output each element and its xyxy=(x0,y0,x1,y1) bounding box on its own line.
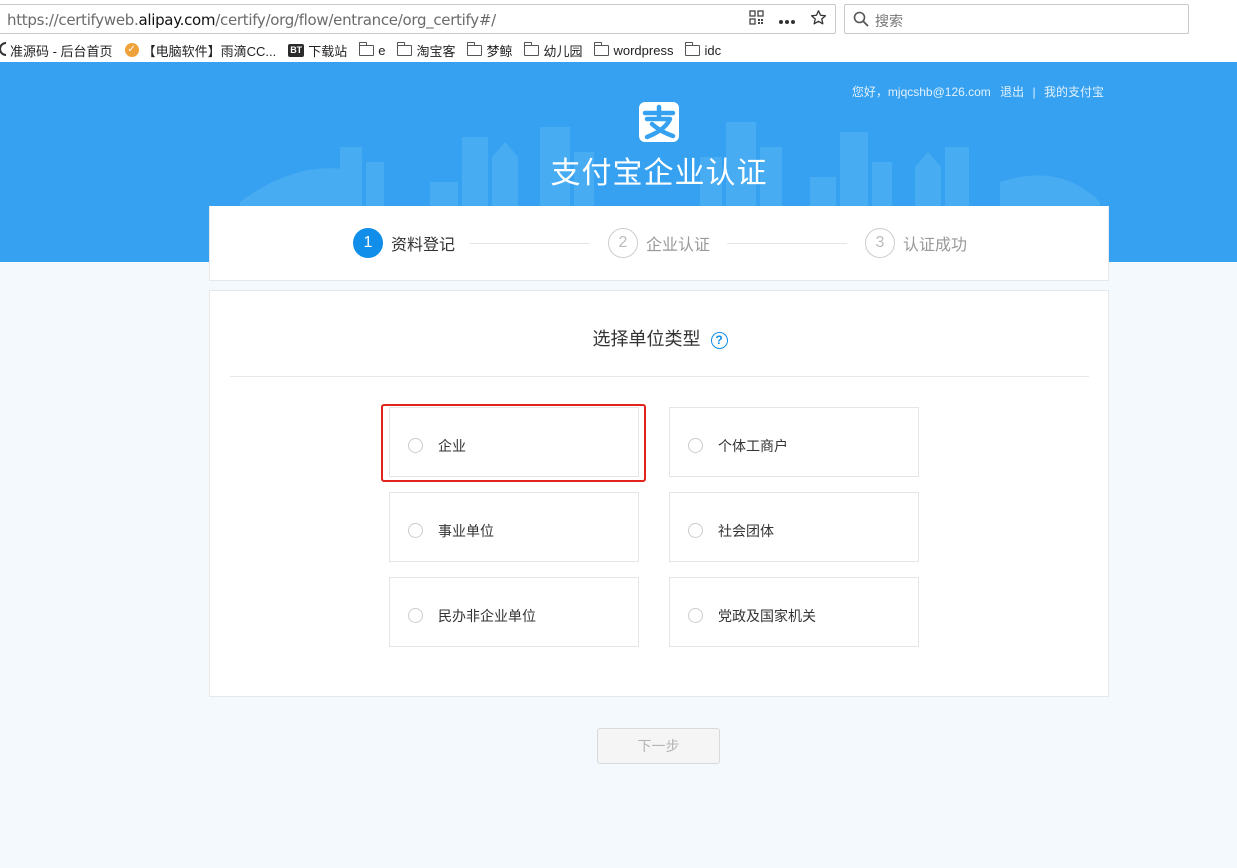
folder-icon xyxy=(396,41,413,56)
option-social-group[interactable]: 社会团体 xyxy=(669,492,919,562)
step-3: 3 认证成功 xyxy=(865,228,967,258)
option-label: 党政及国家机关 xyxy=(718,608,816,624)
step-label: 企业认证 xyxy=(646,237,711,254)
step-number: 1 xyxy=(353,228,383,258)
step-connector xyxy=(470,243,590,244)
bookmark-item[interactable]: BT 下载站 xyxy=(288,41,347,60)
option-label: 事业单位 xyxy=(438,523,494,539)
more-icon[interactable] xyxy=(778,11,796,31)
option-label: 社会团体 xyxy=(718,523,774,539)
bt-icon: BT xyxy=(288,43,305,57)
alipay-logo xyxy=(639,102,679,142)
bookmark-folder[interactable]: 幼儿园 xyxy=(523,41,582,60)
browser-toolbar: https://certifyweb.alipay.com/certify/or… xyxy=(0,0,1237,38)
bookmark-item[interactable]: 准源码 - 后台首页 xyxy=(0,41,113,60)
user-greeting: 您好，mjqcshb@126.com xyxy=(851,85,991,99)
option-label: 民办非企业单位 xyxy=(438,608,536,624)
bookmark-item[interactable]: ✓ 【电脑软件】雨滴CC... xyxy=(124,41,276,60)
next-step-button[interactable]: 下一步 xyxy=(597,728,720,764)
link-separator: | xyxy=(1032,85,1036,99)
url-text[interactable]: https://certifyweb.alipay.com/certify/or… xyxy=(7,11,496,29)
search-icon xyxy=(853,11,869,32)
folder-icon xyxy=(466,41,483,56)
folder-icon xyxy=(358,41,375,56)
option-government-agency[interactable]: 党政及国家机关 xyxy=(669,577,919,647)
user-links: 您好，mjqcshb@126.com 退出 | 我的支付宝 xyxy=(846,83,1104,100)
qr-code-icon[interactable] xyxy=(749,10,764,31)
step-1: 1 资料登记 xyxy=(353,228,455,258)
folder-icon xyxy=(684,41,701,56)
radio-button[interactable] xyxy=(688,523,703,538)
step-2: 2 企业认证 xyxy=(608,228,710,258)
help-icon[interactable]: ? xyxy=(710,332,728,349)
radio-button[interactable] xyxy=(408,608,423,623)
star-icon[interactable] xyxy=(810,9,827,32)
shield-icon: ✓ xyxy=(124,43,139,57)
page-title: 支付宝企业认证 xyxy=(550,157,768,190)
step-label: 资料登记 xyxy=(391,237,456,254)
step-label: 认证成功 xyxy=(903,237,968,254)
radio-button[interactable] xyxy=(688,438,703,453)
bookmark-folder[interactable]: wordpress xyxy=(593,41,673,58)
radio-button[interactable] xyxy=(408,523,423,538)
radio-button[interactable] xyxy=(688,608,703,623)
unit-type-card: 选择单位类型? 企业 个体工商户 事业单位 社会团体 民办非企业单位 党政及国家… xyxy=(209,290,1109,697)
bookmarks-bar: 准源码 - 后台首页 ✓ 【电脑软件】雨滴CC... BT 下载站 e 淘宝客 … xyxy=(0,38,1237,62)
progress-steps: 1 资料登记 2 企业认证 3 认证成功 xyxy=(209,206,1109,281)
site-icon xyxy=(0,41,7,59)
step-number: 2 xyxy=(608,228,638,258)
bookmark-folder[interactable]: idc xyxy=(684,41,721,58)
option-individual-business[interactable]: 个体工商户 xyxy=(669,407,919,477)
bookmark-folder[interactable]: 淘宝客 xyxy=(396,41,455,60)
step-connector xyxy=(727,243,847,244)
address-bar[interactable]: https://certifyweb.alipay.com/certify/or… xyxy=(0,4,836,34)
section-title: 选择单位类型? xyxy=(210,325,1110,351)
search-placeholder: 搜索 xyxy=(875,13,903,29)
browser-search-box[interactable]: 搜索 xyxy=(844,4,1189,34)
folder-icon xyxy=(593,41,610,56)
option-label: 个体工商户 xyxy=(718,438,788,454)
divider xyxy=(230,376,1089,377)
step-number: 3 xyxy=(865,228,895,258)
option-public-institution[interactable]: 事业单位 xyxy=(389,492,639,562)
my-alipay-link[interactable]: 我的支付宝 xyxy=(1044,85,1104,99)
annotation-highlight-box xyxy=(381,404,646,482)
option-private-non-enterprise[interactable]: 民办非企业单位 xyxy=(389,577,639,647)
bookmark-folder[interactable]: e xyxy=(358,41,385,58)
bookmark-folder[interactable]: 梦鲸 xyxy=(466,41,512,60)
folder-icon xyxy=(523,41,540,56)
logout-link[interactable]: 退出 xyxy=(1000,85,1024,99)
